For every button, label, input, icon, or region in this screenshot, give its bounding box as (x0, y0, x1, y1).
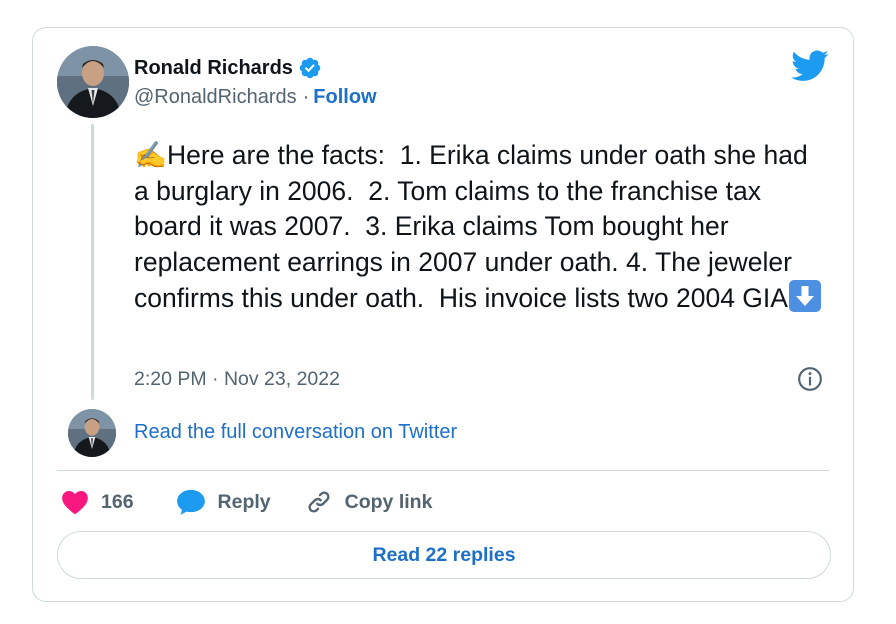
link-icon (308, 491, 330, 513)
author-avatar[interactable] (57, 46, 129, 118)
verified-badge-icon (299, 57, 321, 79)
thread-line (91, 124, 94, 400)
like-button[interactable]: 166 (61, 489, 134, 515)
tweet-body: Here are the facts: 1. Erika claims unde… (134, 140, 816, 314)
follow-button[interactable]: Follow (313, 86, 376, 109)
author-name-row: Ronald Richards (134, 56, 322, 80)
copy-link-label: Copy link (344, 490, 433, 513)
handle-separator: · (302, 86, 310, 108)
read-replies-button[interactable]: Read 22 replies (57, 531, 831, 579)
reply-label: Reply (217, 490, 271, 513)
tweet-card: Ronald Richards @RonaldRichards · Follow… (32, 27, 854, 602)
divider (57, 470, 829, 471)
copy-link-button[interactable]: Copy link (305, 488, 433, 516)
read-replies-label: Read 22 replies (372, 543, 516, 566)
tweet-actions: 166 Reply Copy link (61, 484, 432, 520)
writing-hand-emoji: ✍️ (134, 140, 167, 170)
speech-bubble-icon (176, 489, 205, 515)
avatar-photo (57, 46, 129, 118)
author-display-name[interactable]: Ronald Richards (134, 57, 293, 80)
tweet-text: ✍️Here are the facts: 1. Erika claims un… (134, 138, 824, 317)
conversation-avatar[interactable] (68, 409, 116, 457)
read-conversation-link[interactable]: Read the full conversation on Twitter (134, 421, 457, 444)
down-arrow-emoji (788, 280, 821, 313)
author-handle[interactable]: @RonaldRichards (134, 86, 297, 109)
avatar-photo (68, 409, 116, 457)
like-count: 166 (101, 490, 134, 513)
author-handle-row: @RonaldRichards · Follow (134, 86, 377, 109)
tweet-timestamp[interactable]: 2:20 PM · Nov 23, 2022 (134, 368, 340, 391)
info-icon[interactable] (797, 366, 823, 392)
heart-icon (62, 491, 88, 515)
twitter-bird-icon[interactable] (791, 50, 829, 82)
reply-button[interactable]: Reply (176, 488, 271, 516)
down-arrow-icon (795, 286, 814, 307)
